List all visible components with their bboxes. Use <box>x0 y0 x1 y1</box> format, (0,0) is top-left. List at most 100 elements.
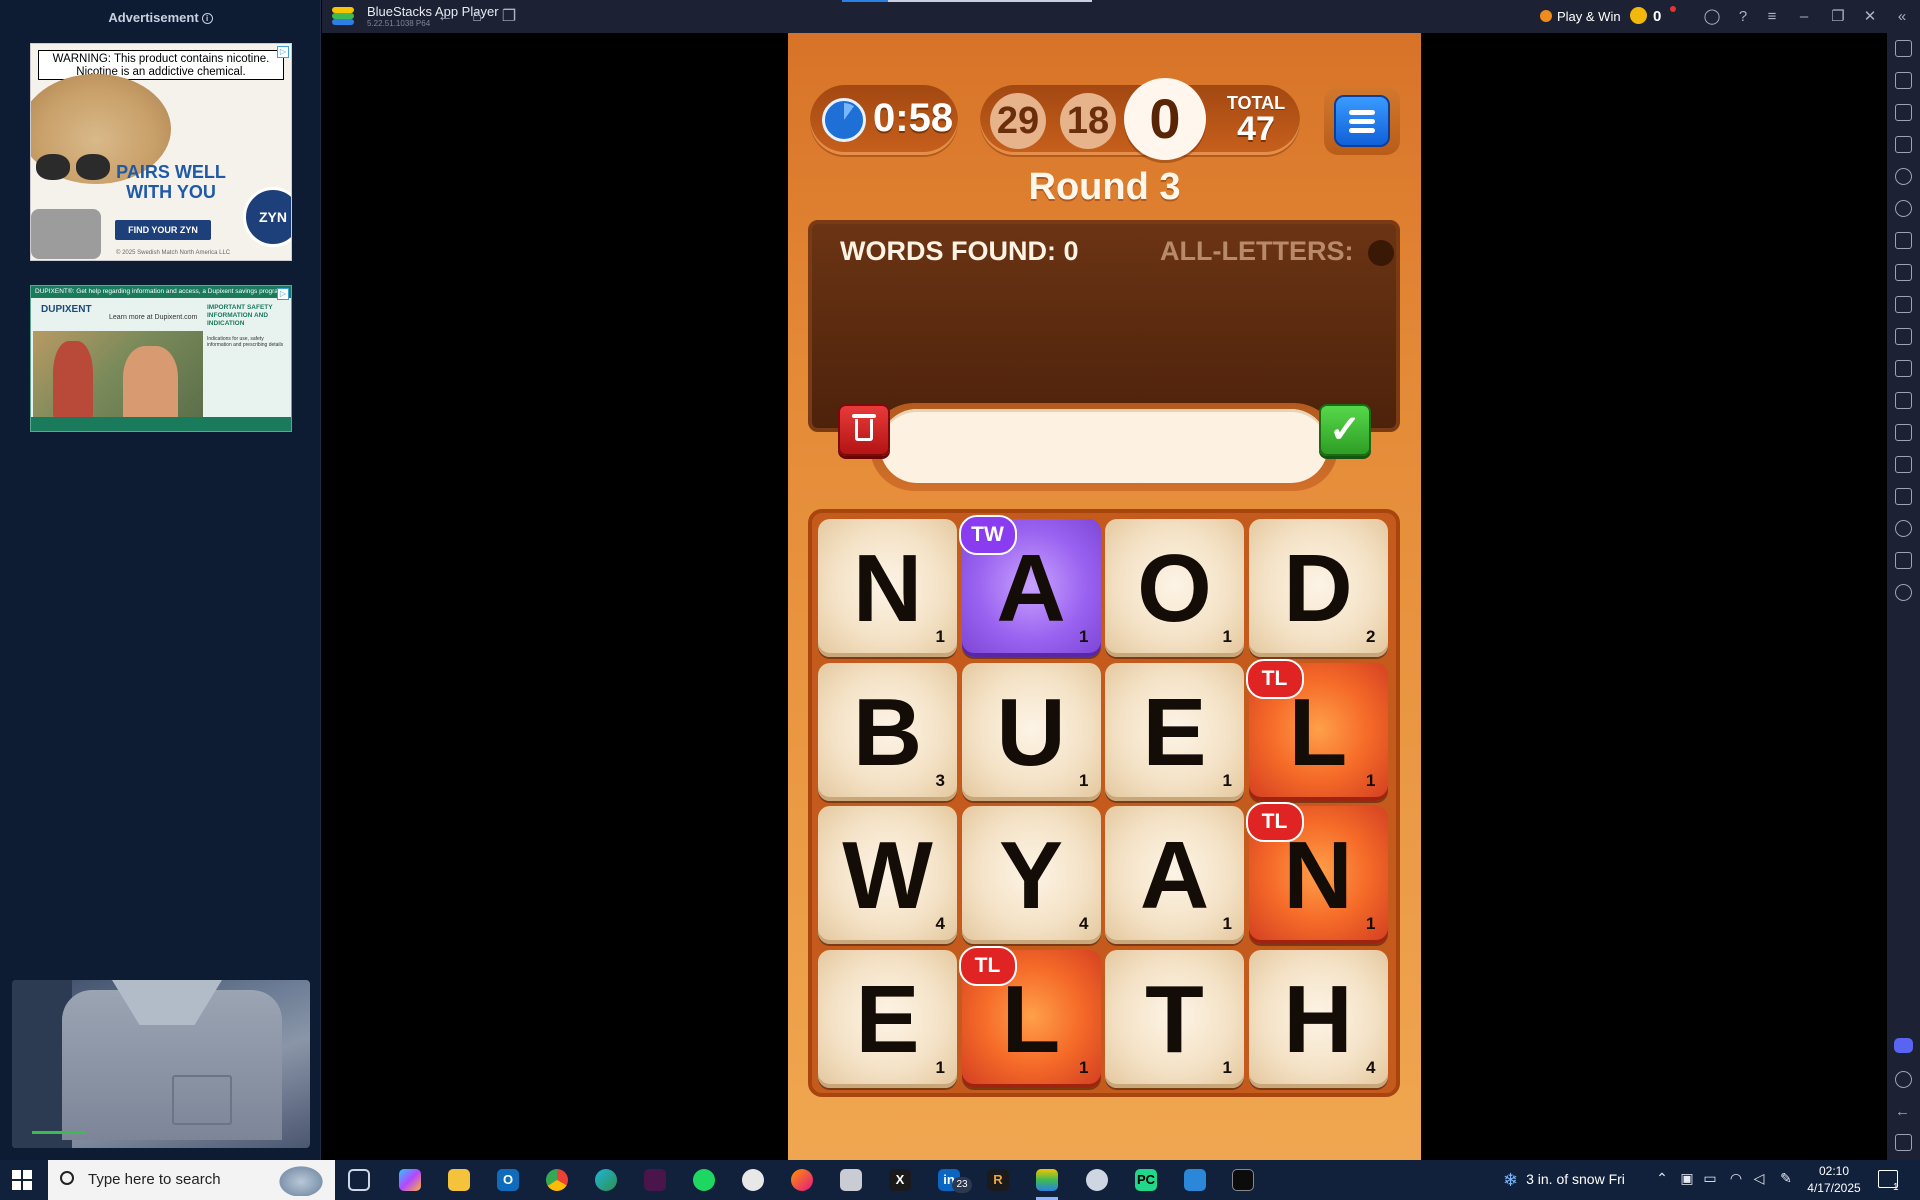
video-progress <box>32 1131 86 1134</box>
firefox-icon[interactable] <box>791 1169 813 1191</box>
gamepad-icon[interactable] <box>1895 360 1912 377</box>
letter-tile[interactable]: E1 <box>1105 662 1244 801</box>
letter-tile[interactable]: O1 <box>1105 519 1244 657</box>
terminal-icon[interactable] <box>1232 1169 1254 1191</box>
chrome-icon[interactable] <box>546 1169 568 1191</box>
store-icon[interactable] <box>840 1169 862 1191</box>
letter-tile[interactable]: Y4 <box>961 806 1101 944</box>
home-icon[interactable]: ⌂ <box>466 6 488 28</box>
menu-icon[interactable]: ≡ <box>1762 7 1782 27</box>
fullscreen-icon[interactable] <box>1895 40 1912 57</box>
macro-icon[interactable] <box>1895 168 1912 185</box>
coins-counter[interactable]: 0 <box>1630 6 1676 28</box>
chevron-up-icon[interactable]: ⌃ <box>1653 1170 1671 1187</box>
file-explorer-icon[interactable] <box>448 1169 470 1191</box>
rstudio-icon[interactable]: R <box>987 1169 1009 1191</box>
letter-tile[interactable]: L 1 TL <box>1245 658 1388 801</box>
pocket-image <box>172 1075 232 1125</box>
letter-tile[interactable]: L 1 TL <box>958 945 1101 1088</box>
location-icon[interactable] <box>1895 520 1912 537</box>
screen-record-icon[interactable] <box>1895 104 1912 121</box>
volume-icon[interactable] <box>1895 72 1912 89</box>
android-home-icon[interactable] <box>1895 1134 1912 1151</box>
eco-mode-icon[interactable] <box>1895 488 1912 505</box>
letter-tile[interactable]: U1 <box>961 662 1101 801</box>
adchoices-icon[interactable]: ▷ <box>277 46 289 58</box>
install-apk-icon[interactable] <box>1895 456 1912 473</box>
tile-points: 3 <box>935 770 945 790</box>
android-back-icon[interactable]: ← <box>1895 1103 1912 1120</box>
close-icon[interactable]: ✕ <box>1860 7 1880 27</box>
airplane-mode-icon[interactable] <box>1895 424 1912 441</box>
taskbar-search[interactable]: Type here to search <box>48 1160 335 1200</box>
account-icon[interactable]: ◯ <box>1702 7 1722 27</box>
x-app-icon[interactable]: X <box>889 1169 911 1191</box>
controls-icon[interactable] <box>1895 232 1912 249</box>
tile-letter: O <box>1137 535 1212 642</box>
letter-tile[interactable]: E1 <box>818 949 957 1088</box>
copilot-icon[interactable] <box>399 1169 421 1191</box>
performance-icon[interactable] <box>1895 584 1912 601</box>
triple-letter-badge: TL <box>1245 802 1304 842</box>
keyboard-icon[interactable] <box>1895 136 1912 153</box>
learn-more-link[interactable]: Learn more at Dupixent.com <box>109 314 197 321</box>
bluestacks-taskbar-icon[interactable] <box>1036 1169 1058 1191</box>
minimize-icon[interactable]: – <box>1794 7 1814 27</box>
windows-start-icon[interactable] <box>12 1170 32 1190</box>
letter-tile[interactable]: D2 <box>1248 519 1388 657</box>
settings-gear-icon[interactable] <box>1086 1169 1108 1191</box>
zyn-ad[interactable]: WARNING: This product contains nicotine.… <box>30 43 292 261</box>
triple-letter-badge: TL <box>1245 658 1304 699</box>
video-ad[interactable] <box>12 980 310 1148</box>
tile-letter: A <box>996 535 1066 642</box>
collapse-sidebar-icon[interactable]: « <box>1892 7 1912 27</box>
slack-icon[interactable] <box>644 1169 666 1191</box>
letter-tile[interactable]: T1 <box>1105 949 1244 1088</box>
find-your-zyn-button[interactable]: FIND YOUR ZYN <box>115 220 211 240</box>
letter-tile[interactable]: A 1 TW <box>958 515 1101 657</box>
person-image <box>123 346 178 424</box>
back-icon[interactable]: ← <box>434 6 456 28</box>
game-menu-button[interactable] <box>1324 87 1400 155</box>
round-2-score: 18 <box>1060 93 1116 149</box>
sync-icon[interactable] <box>1895 200 1912 217</box>
pycharm-icon[interactable]: PC <box>1135 1169 1157 1191</box>
settings-icon[interactable] <box>1895 1071 1912 1088</box>
letter-tile[interactable]: N 1 TL <box>1245 802 1388 944</box>
submit-word-button[interactable]: ✓ <box>1319 404 1371 456</box>
letter-tile[interactable]: W4 <box>818 806 957 944</box>
display-icon[interactable]: ▭ <box>1701 1170 1719 1187</box>
pen-icon[interactable]: ✎ <box>1777 1170 1795 1187</box>
discord-icon[interactable] <box>1894 1038 1913 1053</box>
task-view-icon[interactable] <box>348 1169 370 1191</box>
media-folder-icon[interactable] <box>1895 392 1912 409</box>
adchoices-icon[interactable]: ▷ <box>277 288 289 300</box>
screenshot-icon[interactable] <box>1895 296 1912 313</box>
system-clock[interactable]: 02:10 4/17/2025 <box>1806 1163 1862 1197</box>
dupixent-ad[interactable]: DUPIXENT®: Get help regarding informatio… <box>30 285 292 432</box>
weather-widget[interactable]: ❄ 3 in. of snow Fri <box>1503 1170 1625 1191</box>
edge-icon[interactable] <box>595 1169 617 1191</box>
app-version: 5.22.51.1038 P64 <box>367 19 431 28</box>
photos-icon[interactable] <box>1184 1169 1206 1191</box>
wifi-icon[interactable]: ◠ <box>1727 1170 1745 1187</box>
info-icon[interactable]: i <box>201 13 213 24</box>
multi-instance-icon[interactable]: ❐ <box>498 6 520 28</box>
restore-icon[interactable]: ❐ <box>1828 7 1848 27</box>
outlook-icon[interactable]: O <box>497 1169 519 1191</box>
play-win-button[interactable]: Play & Win <box>1540 6 1621 28</box>
layers-icon[interactable] <box>1895 552 1912 569</box>
letter-tile[interactable]: H4 <box>1248 949 1388 1088</box>
letter-tile[interactable]: B3 <box>818 662 957 801</box>
letter-tile[interactable]: N1 <box>818 519 957 657</box>
capture-icon[interactable] <box>1895 328 1912 345</box>
word-input-field[interactable] <box>880 409 1328 483</box>
app-icon[interactable] <box>742 1169 764 1191</box>
help-icon[interactable]: ? <box>1733 7 1753 27</box>
meet-icon[interactable]: ▣ <box>1678 1170 1696 1187</box>
speaker-icon[interactable]: ◁ <box>1750 1170 1768 1187</box>
clear-word-button[interactable] <box>838 404 890 456</box>
stats-icon[interactable] <box>1895 264 1912 281</box>
spotify-icon[interactable] <box>693 1169 715 1191</box>
letter-tile[interactable]: A1 <box>1105 806 1244 944</box>
